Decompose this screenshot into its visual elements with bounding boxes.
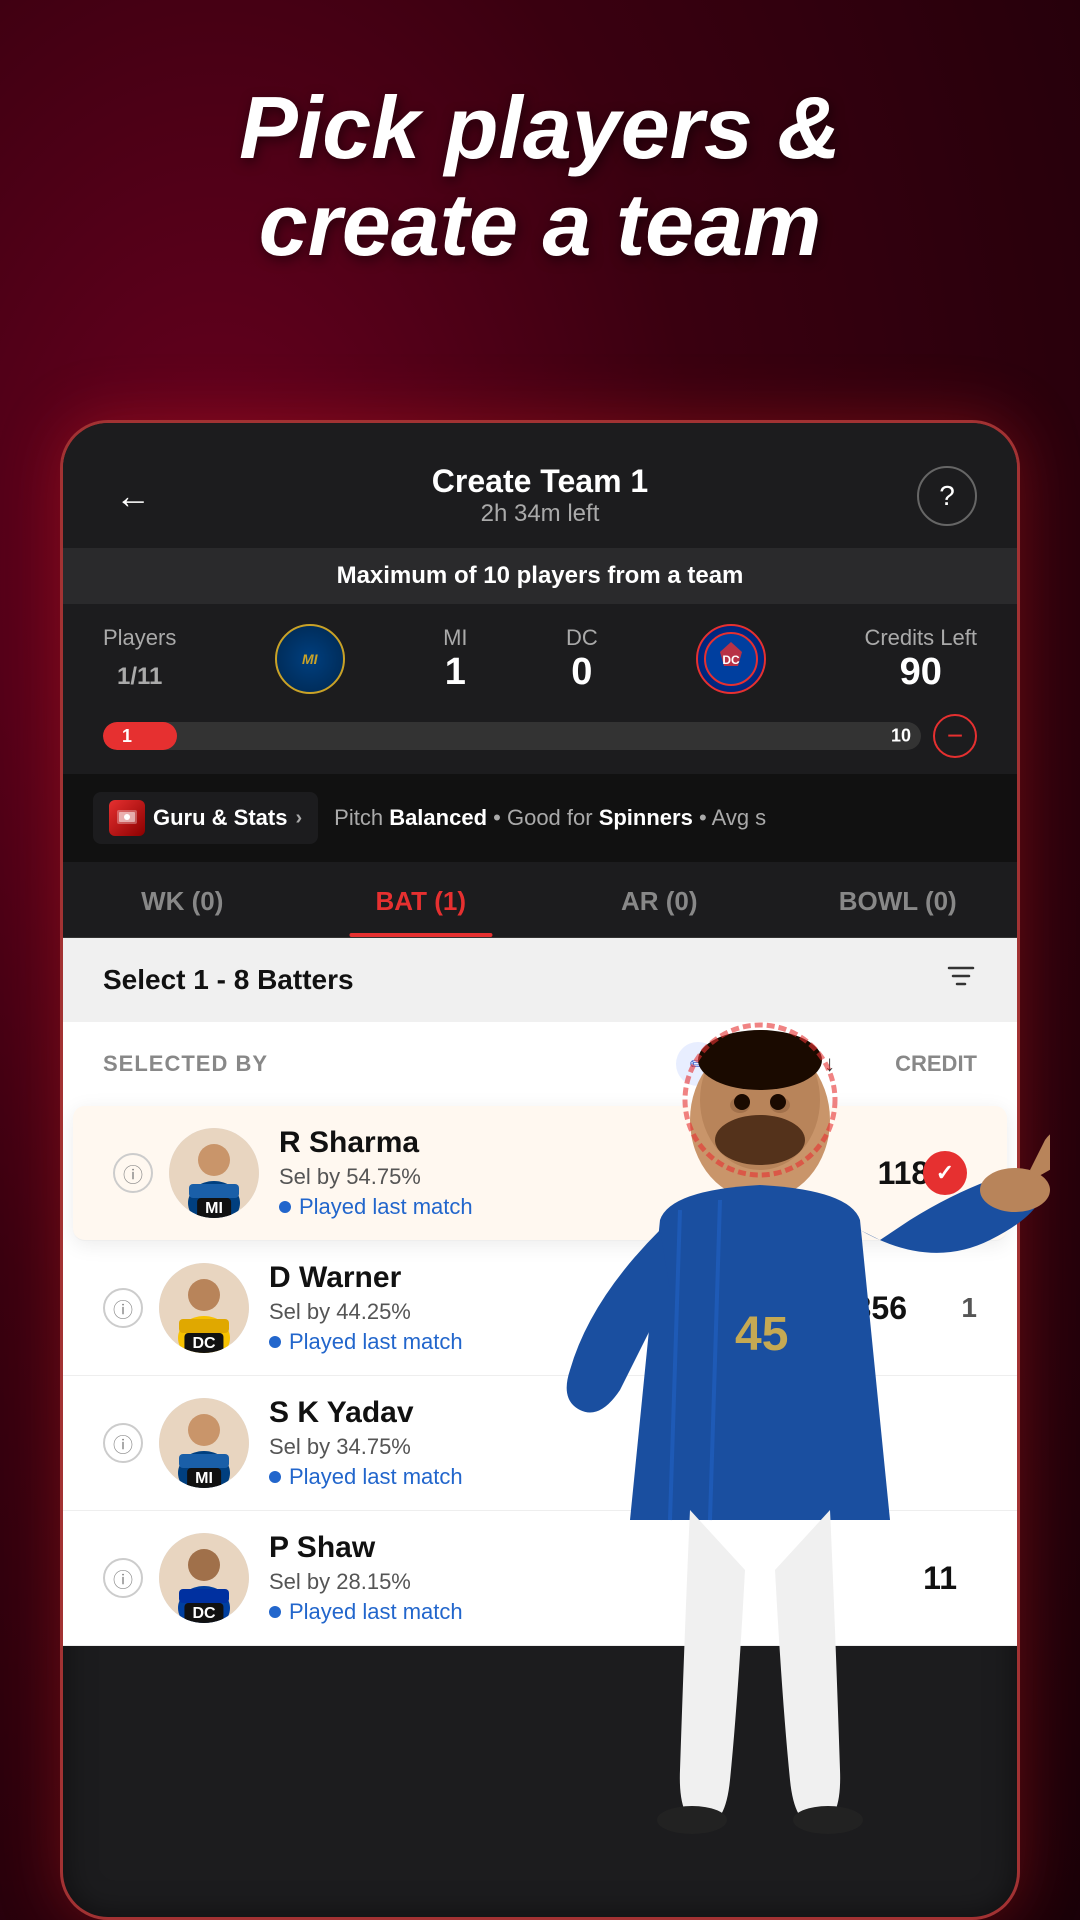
tab-bat[interactable]: BAT (1) bbox=[302, 862, 541, 937]
player-progress-bar: 1 10 bbox=[103, 722, 921, 750]
player-sel-d-warner: Sel by 44.25% bbox=[269, 1299, 827, 1325]
played-dot-sk-yadav bbox=[269, 1471, 281, 1483]
edit-icon[interactable]: ✏ bbox=[676, 1042, 720, 1086]
mi-stat: MI 1 bbox=[443, 625, 467, 694]
dc-stat: DC 0 bbox=[566, 625, 598, 694]
phone-frame: ← Create Team 1 2h 34m left ? Maximum of… bbox=[60, 420, 1020, 1920]
tab-bowl[interactable]: BOWL (0) bbox=[779, 862, 1018, 937]
avatar-d-warner: DC bbox=[159, 1263, 249, 1353]
max-players-notice: Maximum of 10 players from a team bbox=[63, 548, 1017, 604]
guru-tag[interactable]: Guru & Stats › bbox=[93, 792, 318, 844]
player-row-r-sharma[interactable]: ⓘ MI R Sharma Sel by 54.75% Playe bbox=[73, 1106, 1007, 1241]
team-badge-p-shaw: DC bbox=[184, 1603, 223, 1623]
tab-wk[interactable]: WK (0) bbox=[63, 862, 302, 937]
header-title-section: Create Team 1 2h 34m left bbox=[163, 463, 917, 528]
player-points-p-shaw: 11 bbox=[877, 1560, 957, 1597]
time-left: 2h 34m left bbox=[163, 500, 917, 528]
hero-section: Pick players & create a team bbox=[0, 80, 1080, 274]
progress-start: 1 bbox=[113, 722, 141, 750]
guru-stats-bar[interactable]: Guru & Stats › Pitch Balanced • Good for… bbox=[63, 774, 1017, 862]
back-button[interactable]: ← bbox=[103, 466, 163, 526]
col-credit: CREDIT bbox=[895, 1051, 977, 1077]
help-button[interactable]: ? bbox=[917, 466, 977, 526]
team-badge-d-warner: DC bbox=[184, 1333, 223, 1353]
progress-end: 10 bbox=[891, 726, 911, 747]
player-info-p-shaw: P Shaw Sel by 28.15% Played last match bbox=[269, 1531, 877, 1625]
credits-label: Credits Left bbox=[864, 625, 977, 651]
info-icon-r-sharma[interactable]: ⓘ bbox=[113, 1153, 153, 1193]
player-played-p-shaw: Played last match bbox=[269, 1599, 877, 1625]
avatar-r-sharma: MI bbox=[169, 1128, 259, 1218]
filter-icon[interactable] bbox=[945, 960, 977, 1000]
player-info-r-sharma: R Sharma Sel by 54.75% Played last match bbox=[279, 1126, 867, 1220]
progress-container: 1 10 − bbox=[63, 714, 1017, 774]
player-played-d-warner: Played last match bbox=[269, 1329, 827, 1355]
info-icon-p-shaw[interactable]: ⓘ bbox=[103, 1558, 143, 1598]
player-sel-p-shaw: Sel by 28.15% bbox=[269, 1569, 877, 1595]
played-dot-r-sharma bbox=[279, 1201, 291, 1213]
player-name-p-shaw: P Shaw bbox=[269, 1531, 877, 1565]
credits-stat: Credits Left 90 bbox=[864, 625, 977, 694]
player-list: SELECTED BY ✏ POINTS ↓ CREDIT ⓘ bbox=[63, 1022, 1017, 1646]
player-name-sk-yadav: S K Yadav bbox=[269, 1396, 977, 1430]
position-tabs: WK (0) BAT (1) AR (0) BOWL (0) bbox=[63, 862, 1017, 938]
player-name-d-warner: D Warner bbox=[269, 1261, 827, 1295]
mi-logo-circle: MI bbox=[275, 624, 345, 694]
dc-value: 0 bbox=[566, 651, 598, 694]
player-row-p-shaw[interactable]: ⓘ DC P Shaw Sel by 28.15% Played bbox=[63, 1511, 1017, 1646]
players-value: 1/11 bbox=[103, 651, 176, 694]
mi-label: MI bbox=[443, 625, 467, 651]
dc-label: DC bbox=[566, 625, 598, 651]
app-header: ← Create Team 1 2h 34m left ? bbox=[63, 423, 1017, 548]
team-title: Create Team 1 bbox=[163, 463, 917, 500]
players-stat: Players 1/11 bbox=[103, 625, 176, 694]
col-points: POINTS ↓ bbox=[736, 1051, 835, 1077]
select-batters-row: Select 1 - 8 Batters bbox=[63, 938, 1017, 1022]
stats-bar: Players 1/11 MI MI 1 DC 0 bbox=[63, 604, 1017, 714]
hero-title: Pick players & create a team bbox=[0, 80, 1080, 274]
info-icon-d-warner[interactable]: ⓘ bbox=[103, 1288, 143, 1328]
pitch-info: Pitch Balanced • Good for Spinners • Avg… bbox=[334, 805, 766, 831]
app-card: ← Create Team 1 2h 34m left ? Maximum of… bbox=[60, 420, 1020, 1920]
mi-team-logo: MI bbox=[275, 624, 345, 694]
player-played-sk-yadav: Played last match bbox=[269, 1464, 977, 1490]
dc-team-logo: DC bbox=[696, 624, 766, 694]
info-icon-sk-yadav[interactable]: ⓘ bbox=[103, 1423, 143, 1463]
played-dot-d-warner bbox=[269, 1336, 281, 1348]
player-row-sk-yadav[interactable]: ⓘ MI S K Yadav Sel by 34.75% Play bbox=[63, 1376, 1017, 1511]
player-info-sk-yadav: S K Yadav Sel by 34.75% Played last matc… bbox=[269, 1396, 977, 1490]
dc-logo-circle: DC bbox=[696, 624, 766, 694]
players-label: Players bbox=[103, 625, 176, 651]
player-info-d-warner: D Warner Sel by 44.25% Played last match bbox=[269, 1261, 827, 1355]
played-dot-p-shaw bbox=[269, 1606, 281, 1618]
guru-icon bbox=[109, 800, 145, 836]
team-badge-sk-yadav: MI bbox=[187, 1468, 221, 1488]
mi-value: 1 bbox=[443, 651, 467, 694]
col-selected-by: SELECTED BY bbox=[103, 1051, 268, 1077]
player-points-d-warner: 356 bbox=[827, 1290, 907, 1327]
list-header: SELECTED BY ✏ POINTS ↓ CREDIT bbox=[63, 1022, 1017, 1106]
svg-text:DC: DC bbox=[722, 653, 740, 667]
avatar-sk-yadav: MI bbox=[159, 1398, 249, 1488]
guru-chevron: › bbox=[295, 807, 302, 830]
selected-badge-r-sharma: ✓ bbox=[923, 1151, 967, 1195]
player-sel-sk-yadav: Sel by 34.75% bbox=[269, 1434, 977, 1460]
player-sel-r-sharma: Sel by 54.75% bbox=[279, 1164, 867, 1190]
credits-value: 90 bbox=[864, 651, 977, 694]
player-played-r-sharma: Played last match bbox=[279, 1194, 867, 1220]
select-batters-label: Select 1 - 8 Batters bbox=[103, 964, 354, 996]
player-credits-d-warner: 1 bbox=[927, 1292, 977, 1324]
player-row-d-warner[interactable]: ⓘ DC D Warner Sel by 44.25% Playe bbox=[63, 1241, 1017, 1376]
team-badge-r-sharma: MI bbox=[197, 1198, 231, 1218]
tab-ar[interactable]: AR (0) bbox=[540, 862, 779, 937]
avatar-p-shaw: DC bbox=[159, 1533, 249, 1623]
guru-label: Guru & Stats bbox=[153, 805, 287, 831]
minus-button[interactable]: − bbox=[933, 714, 977, 758]
player-name-r-sharma: R Sharma bbox=[279, 1126, 867, 1160]
